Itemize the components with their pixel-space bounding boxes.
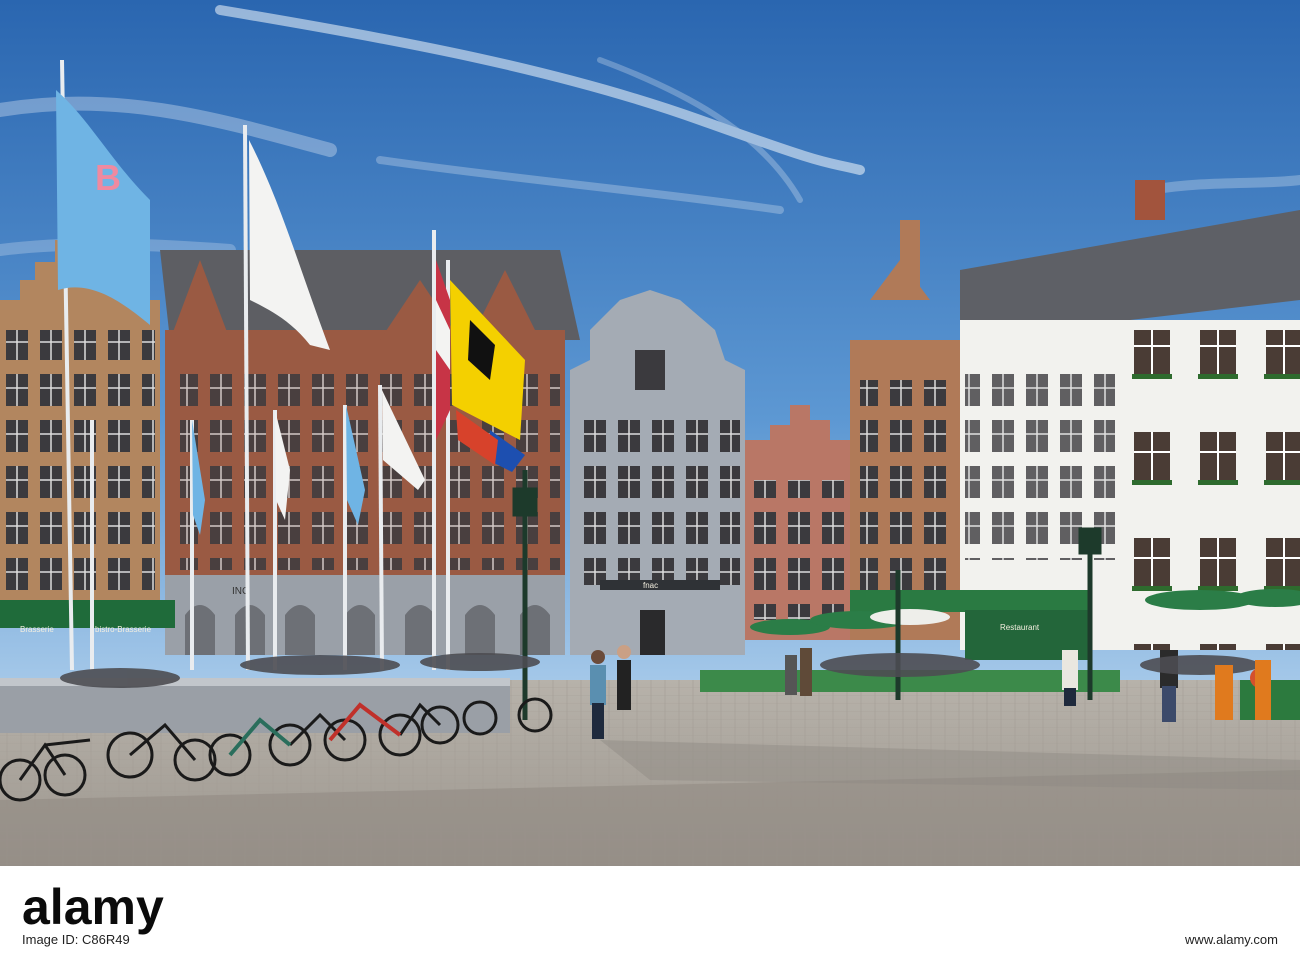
alamy-brand: alamy <box>22 880 164 935</box>
flag-logo-mark: B <box>95 157 121 198</box>
image-id-line: Image ID: C86R49 <box>22 932 130 947</box>
stepped-gable-building <box>745 405 850 640</box>
image-id-value: C86R49 <box>81 932 130 947</box>
alamy-logo: alamy <box>22 880 164 935</box>
alamy-url: www.alamy.com <box>1185 932 1278 947</box>
brasserie-sign: Brasserie <box>20 625 54 634</box>
watermark-footer: alamy Image ID: C86R49 www.alamy.com <box>0 866 1300 956</box>
market-square-photo: ING Brasserie bistro-Brasserie fnac Rest… <box>0 0 1300 866</box>
gray-baroque-building: fnac <box>570 290 745 655</box>
restaurant-sign: Restaurant <box>1000 623 1040 632</box>
fnac-sign: fnac <box>643 581 658 590</box>
image-id-label: Image ID: <box>22 932 79 947</box>
bistro-sign: bistro-Brasserie <box>95 625 152 634</box>
